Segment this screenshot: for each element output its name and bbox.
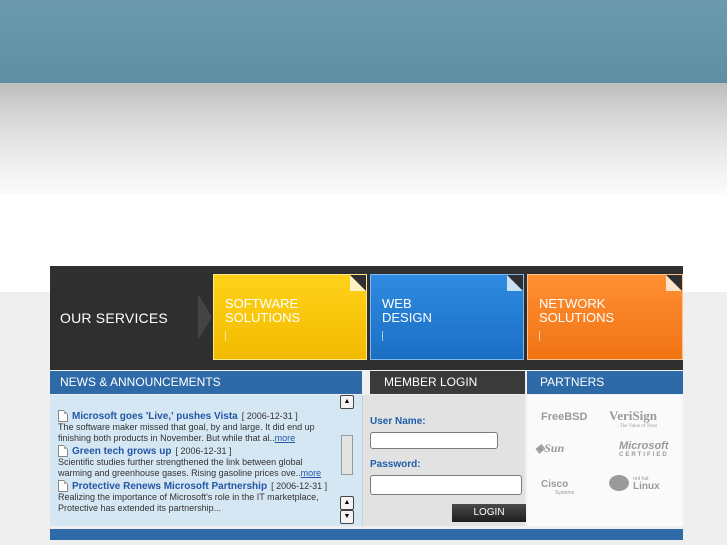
tile-line2: DESIGN — [382, 310, 432, 325]
microsoft-name: Microsoft — [619, 440, 669, 452]
news-scrollbar[interactable]: ▲ ▲ ▼ — [340, 395, 354, 526]
cisco-sub: Systems — [555, 490, 575, 496]
news-header: NEWS & ANNOUNCEMENTS — [50, 371, 362, 394]
password-input[interactable] — [370, 475, 522, 495]
tile-line1: SOFTWARE — [225, 296, 299, 311]
services-title: OUR SERVICES — [60, 310, 168, 326]
document-icon — [58, 410, 68, 422]
member-login-header: MEMBER LOGIN — [370, 371, 525, 394]
news-summary: Scientific studies further strengthened … — [58, 457, 303, 478]
tile-line2: SOLUTIONS — [539, 310, 615, 325]
cisco-logo[interactable]: Cisco Systems — [541, 479, 574, 496]
sun-logo[interactable]: ◈Sun — [535, 441, 564, 456]
verisign-logo[interactable]: VeriSign The Value of Trust — [609, 408, 657, 429]
tile-tick — [382, 331, 383, 341]
document-icon — [58, 445, 68, 457]
news-list: Microsoft goes 'Live,' pushes Vista [ 20… — [58, 410, 330, 514]
news-panel: Microsoft goes 'Live,' pushes Vista [ 20… — [50, 395, 362, 526]
tile-line2: SOLUTIONS — [225, 310, 301, 325]
verisign-tagline: The Value of Trust — [619, 424, 657, 429]
fold-corner-icon — [507, 275, 523, 291]
services-arrow-icon — [198, 294, 212, 340]
microsoft-certified-logo[interactable]: Microsoft CERTIFIED — [619, 440, 669, 458]
more-link[interactable]: more — [301, 468, 322, 478]
news-item: Microsoft goes 'Live,' pushes Vista [ 20… — [58, 410, 330, 444]
partners-panel: FreeBSD VeriSign The Value of Trust ◈Sun… — [527, 395, 683, 526]
news-item: Green tech grows up [ 2006-12-31 ] Scien… — [58, 445, 330, 479]
scroll-up-arrow-icon[interactable]: ▲ — [340, 395, 354, 409]
tile-software-solutions[interactable]: SOFTWARE SOLUTIONS — [213, 274, 367, 360]
verisign-name: VeriSign — [609, 408, 657, 423]
username-input[interactable] — [370, 432, 498, 449]
partners-header: PARTNERS — [527, 371, 683, 394]
cisco-name: Cisco — [541, 479, 569, 490]
services-bar: OUR SERVICES SOFTWARE SOLUTIONS WEB DESI… — [50, 266, 683, 370]
news-date: [ 2006-12-31 ] — [241, 410, 298, 421]
scroll-down-arrow-icon[interactable]: ▼ — [340, 510, 354, 524]
tile-network-solutions[interactable]: NETWORK SOLUTIONS — [527, 274, 683, 360]
tile-web-design[interactable]: WEB DESIGN — [370, 274, 524, 360]
fold-corner-icon — [666, 275, 682, 291]
linux-name: Linux — [633, 481, 660, 492]
scroll-thumb[interactable] — [341, 435, 353, 475]
microsoft-certified-label: CERTIFIED — [619, 452, 669, 458]
news-date: [ 2006-12-31 ] — [271, 480, 328, 491]
news-title-link[interactable]: Microsoft goes 'Live,' pushes Vista — [72, 411, 238, 422]
fold-corner-icon — [350, 275, 366, 291]
password-label: Password: — [370, 459, 421, 470]
login-button[interactable]: LOGIN — [452, 504, 526, 522]
header-gradient-band — [0, 83, 727, 195]
sun-diamond-icon: ◈ — [535, 441, 545, 455]
sun-name: Sun — [544, 441, 565, 455]
redhat-hat-icon — [609, 475, 629, 491]
redhat-linux-logo[interactable]: red hat Linux — [609, 475, 660, 492]
tile-line1: NETWORK — [539, 296, 606, 311]
tile-line1: WEB — [382, 296, 412, 311]
news-summary: Realizing the importance of Microsoft's … — [58, 492, 319, 513]
news-date: [ 2006-12-31 ] — [175, 445, 232, 456]
footer-bar — [50, 529, 683, 540]
freebsd-logo[interactable]: FreeBSD — [541, 411, 587, 423]
news-title-link[interactable]: Protective Renews Microsoft Partnership — [72, 481, 267, 492]
top-banner — [0, 0, 727, 83]
scroll-up-arrow-icon[interactable]: ▲ — [340, 496, 354, 510]
document-icon — [58, 480, 68, 492]
news-item: Protective Renews Microsoft Partnership … — [58, 480, 330, 514]
more-link[interactable]: more — [275, 433, 296, 443]
username-label: User Name: — [370, 416, 426, 427]
tile-tick — [539, 331, 540, 341]
login-panel: User Name: Password: LOGIN — [362, 395, 526, 526]
tile-tick — [225, 331, 226, 341]
news-title-link[interactable]: Green tech grows up — [72, 446, 171, 457]
